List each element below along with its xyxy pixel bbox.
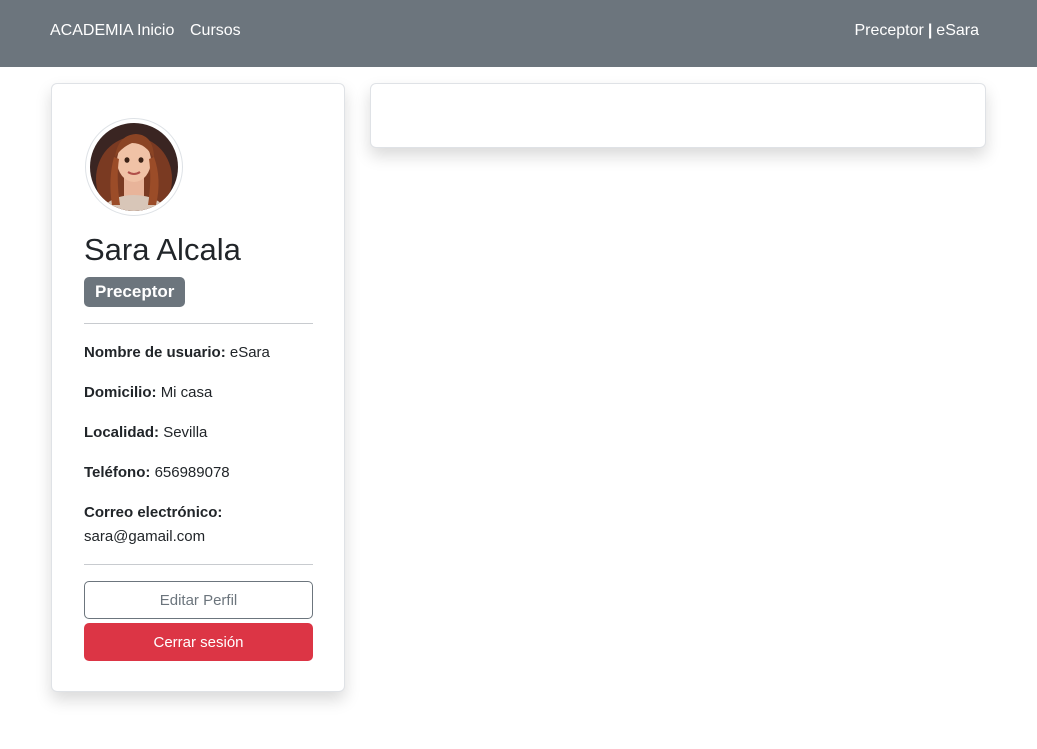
field-city-value: Sevilla (163, 424, 208, 441)
nav-link-cursos[interactable]: Cursos (190, 22, 241, 40)
nav-link-inicio[interactable]: Inicio (137, 22, 174, 40)
top-navbar: ACADEMIA Inicio Cursos Preceptor | eSara (0, 0, 1037, 67)
nav-user-separator: | (927, 22, 933, 39)
edit-profile-button[interactable]: Editar Perfil (84, 581, 313, 619)
profile-card: Sara Alcala Preceptor Nombre de usuario:… (51, 83, 345, 692)
field-username: Nombre de usuario: eSara (84, 341, 313, 365)
nav-user-role: Preceptor (854, 22, 924, 39)
field-email-label: Correo electrónico: (84, 504, 223, 521)
logout-button[interactable]: Cerrar sesión (84, 623, 313, 661)
nav-username: eSara (936, 22, 979, 39)
field-city-label: Localidad: (84, 424, 160, 441)
field-username-label: Nombre de usuario: (84, 344, 226, 361)
avatar (85, 118, 183, 216)
field-email: Correo electrónico: sara@gamail.com (84, 501, 313, 549)
profile-name: Sara Alcala (84, 232, 241, 267)
field-address: Domicilio: Mi casa (84, 381, 313, 405)
field-phone-label: Teléfono: (84, 464, 151, 481)
nav-user-info: Preceptor | eSara (854, 22, 979, 40)
field-username-value: eSara (229, 344, 270, 361)
brand-link[interactable]: ACADEMIA (50, 22, 134, 40)
field-address-label: Domicilio: (84, 384, 157, 401)
field-address-value: Mi casa (160, 384, 213, 401)
field-city: Localidad: Sevilla (84, 421, 313, 445)
field-phone: Teléfono: 656989078 (84, 461, 313, 485)
content-card (370, 83, 986, 148)
field-email-value: sara@gamail.com (84, 528, 206, 545)
role-badge: Preceptor (84, 277, 186, 307)
divider-bottom (84, 564, 313, 565)
avatar-image (90, 123, 178, 211)
field-phone-value: 656989078 (154, 464, 230, 481)
divider-top (84, 323, 313, 324)
